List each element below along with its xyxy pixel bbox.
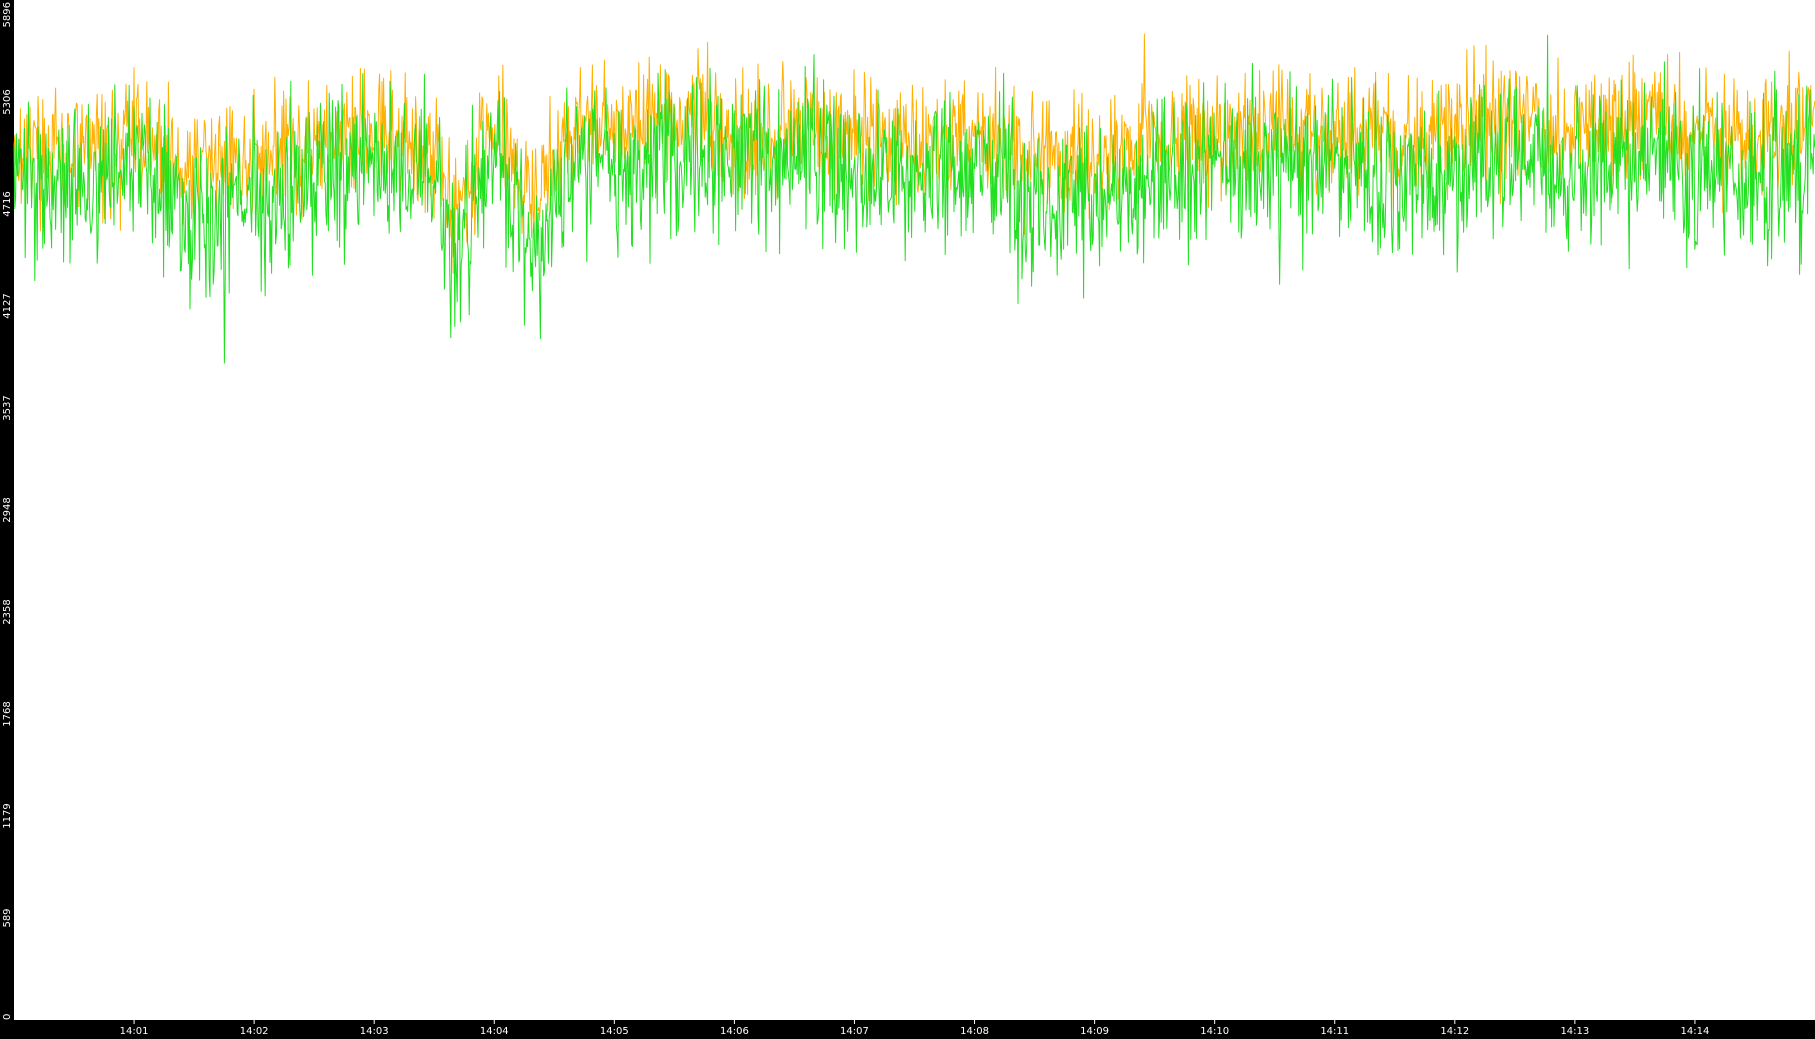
y-tick-label: 1179 <box>2 803 13 828</box>
y-tick-label: 5896 <box>2 2 13 27</box>
y-tick-label: 5306 <box>2 89 13 114</box>
x-tick-label: 14:12 <box>1440 1026 1469 1037</box>
y-tick-label: 2358 <box>2 599 13 624</box>
x-tick-label: 14:06 <box>720 1026 749 1037</box>
x-tick-label: 14:03 <box>360 1026 389 1037</box>
x-tick-label: 14:02 <box>240 1026 269 1037</box>
x-tick-label: 14:05 <box>600 1026 629 1037</box>
x-tick-label: 14:01 <box>120 1026 149 1037</box>
chart-svg: 0 589 1179 1768 2358 2948 3537 4127 4716 5306 5896… <box>2 0 1815 1037</box>
x-tick-label: 14:11 <box>1320 1026 1349 1037</box>
x-tick-label: 14:10 <box>1200 1026 1229 1037</box>
x-tick-label: 14:08 <box>960 1026 989 1037</box>
y-tick-label: 589 <box>2 908 13 927</box>
x-tick-label: 14:04 <box>480 1026 509 1037</box>
y-tick-label: 1768 <box>2 701 13 726</box>
y-tick-label: 2948 <box>2 497 13 522</box>
y-tick-label: 3537 <box>2 395 13 420</box>
x-axis: 14:01 14:02 14:03 14:04 14:05 14:06 14:07 14:08… <box>120 1020 1710 1037</box>
x-tick-label: 14:14 <box>1681 1026 1710 1037</box>
x-tick-label: 14:09 <box>1080 1026 1109 1037</box>
y-tick-label: 0 <box>2 1014 13 1020</box>
y-axis: 0 589 1179 1768 2358 2948 3537 4127 4716 5306 5896 <box>2 2 13 1020</box>
y-tick-label: 4716 <box>2 191 13 216</box>
chart-area: 0 589 1179 1768 2358 2948 3537 4127 4716 5306 5896… <box>0 0 1815 1039</box>
y-tick-label: 4127 <box>2 293 13 318</box>
x-tick-label: 14:13 <box>1560 1026 1589 1037</box>
x-tick-label: 14:07 <box>840 1026 869 1037</box>
